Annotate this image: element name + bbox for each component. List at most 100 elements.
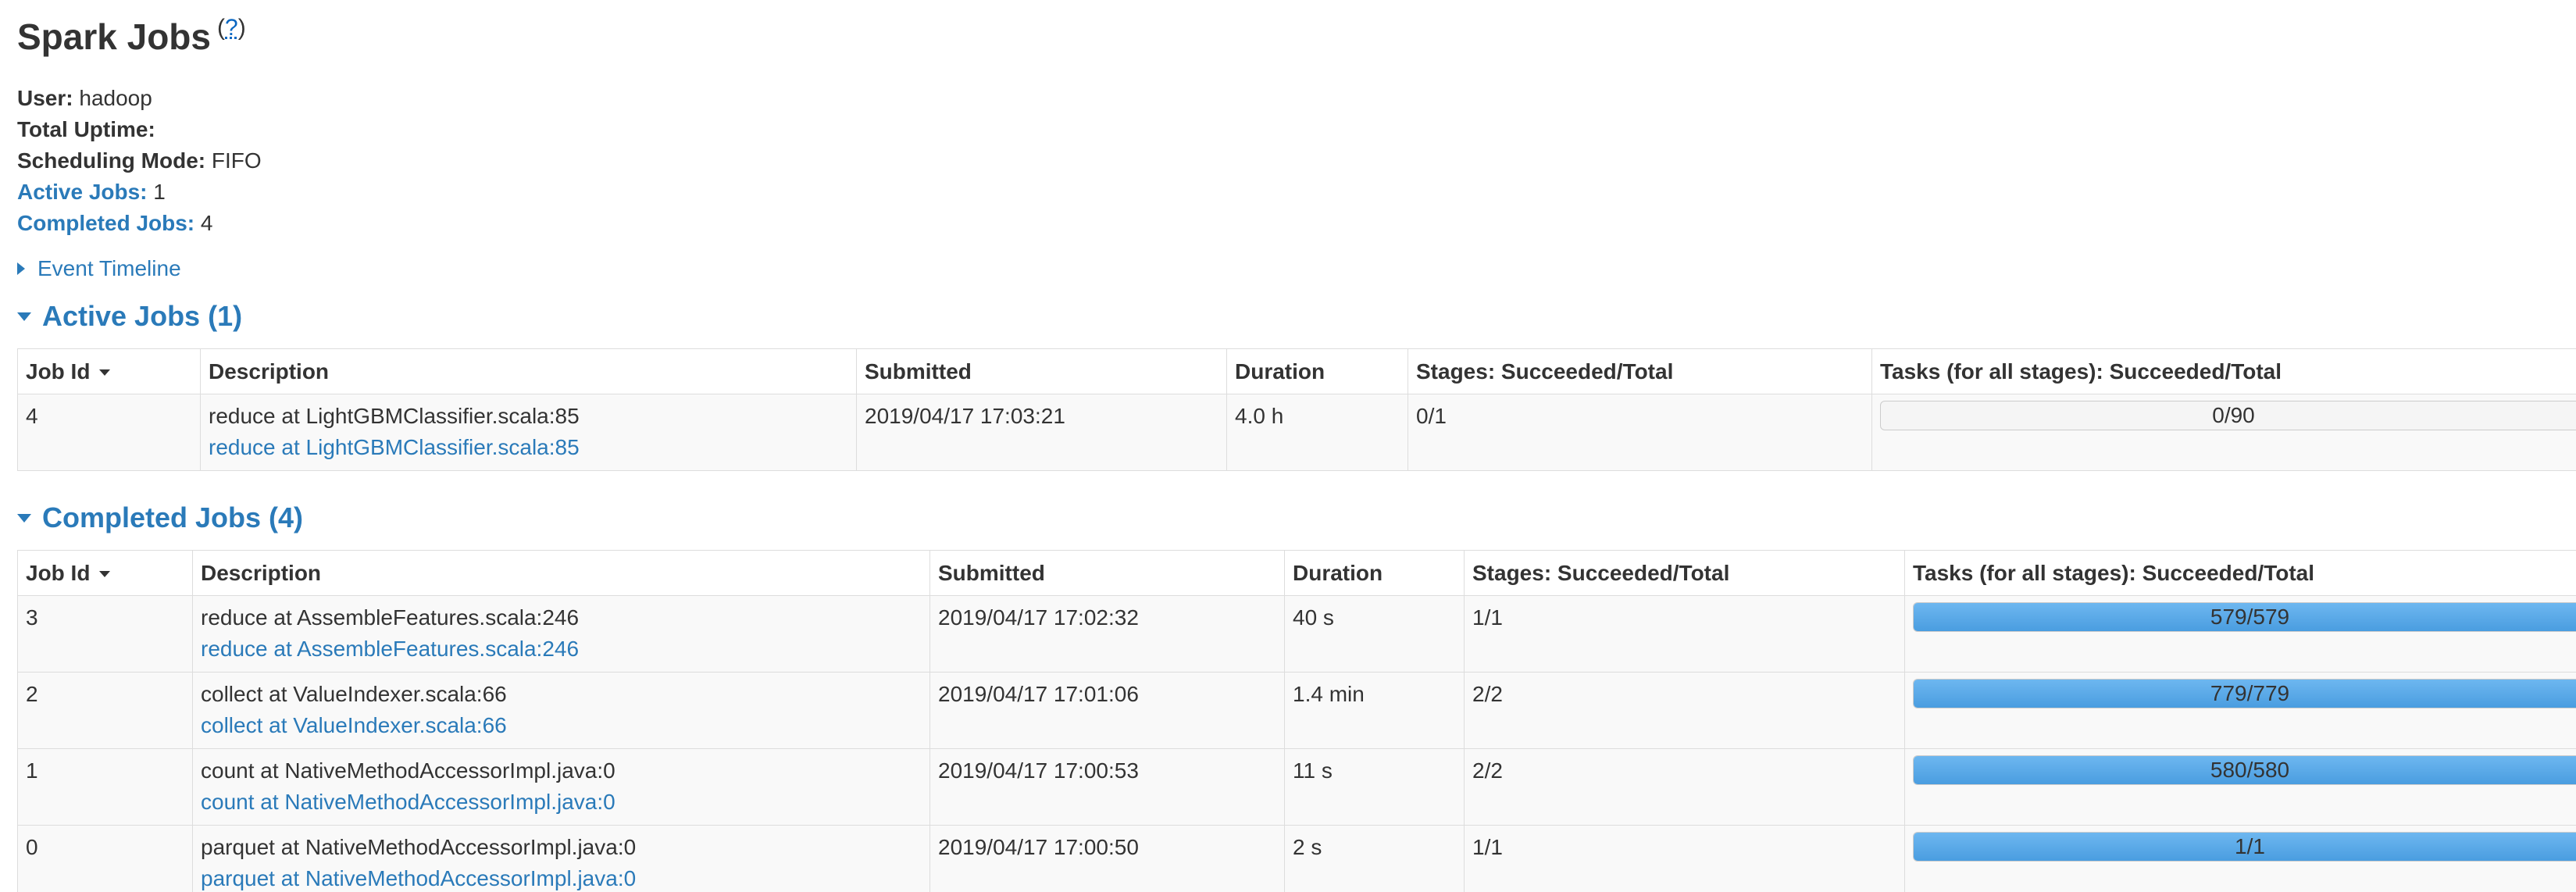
job-detail-link[interactable]: collect at ValueIndexer.scala:66 xyxy=(201,710,922,741)
duration-cell: 11 s xyxy=(1284,748,1465,826)
duration-cell: 40 s xyxy=(1284,595,1465,673)
stages-value: 2/2 xyxy=(1472,682,1503,706)
help-question-mark[interactable]: ? xyxy=(225,15,238,41)
stages-cell: 0/1 xyxy=(1408,394,1872,471)
job-id-cell: 0 xyxy=(17,825,193,892)
description-cell: parquet at NativeMethodAccessorImpl.java… xyxy=(192,825,930,892)
duration-cell: 1.4 min xyxy=(1284,672,1465,749)
job-id-cell: 3 xyxy=(17,595,193,673)
col-description[interactable]: Description xyxy=(200,348,857,394)
job-id-cell: 1 xyxy=(17,748,193,826)
active-jobs-table: Job Id Description Submitted Duration St… xyxy=(17,348,2576,471)
col-job-id[interactable]: Job Id xyxy=(17,348,201,394)
stages-value: 2/2 xyxy=(1472,758,1503,783)
col-job-id-label: Job Id xyxy=(26,359,91,384)
help-tooltip[interactable]: (?) xyxy=(217,12,246,44)
event-timeline-toggle[interactable]: Event Timeline xyxy=(17,256,181,281)
completed-jobs-header[interactable]: Completed Jobs (4) xyxy=(17,501,303,534)
job-description: parquet at NativeMethodAccessorImpl.java… xyxy=(201,835,637,859)
table-header-row: Job Id Description Submitted Duration St… xyxy=(17,348,2576,394)
col-duration[interactable]: Duration xyxy=(1226,348,1408,394)
help-open-paren: ( xyxy=(217,15,225,41)
stages-cell: 1/1 xyxy=(1464,595,1905,673)
col-job-id-label: Job Id xyxy=(26,560,91,585)
summary-completed-jobs: Completed Jobs: 4 xyxy=(17,208,262,239)
job-detail-link[interactable]: parquet at NativeMethodAccessorImpl.java… xyxy=(201,863,922,892)
col-duration[interactable]: Duration xyxy=(1284,550,1465,596)
tasks-cell: 1/1 xyxy=(1904,825,2576,892)
col-submitted[interactable]: Submitted xyxy=(856,348,1227,394)
submitted-time: 2019/04/17 17:00:50 xyxy=(938,835,1139,859)
stages-value: 0/1 xyxy=(1416,404,1447,428)
title-row: Spark Jobs (?) xyxy=(17,12,246,61)
tasks-progress-bar: 580/580 xyxy=(1913,755,2576,785)
caret-down-icon xyxy=(17,312,31,321)
stages-cell: 2/2 xyxy=(1464,748,1905,826)
summary-uptime: Total Uptime: xyxy=(17,114,262,145)
completed-jobs-table: Job Id Description Submitted Duration St… xyxy=(17,550,2576,892)
sort-desc-icon xyxy=(99,369,111,376)
active-jobs-header[interactable]: Active Jobs (1) xyxy=(17,300,242,333)
col-description[interactable]: Description xyxy=(192,550,930,596)
col-stages[interactable]: Stages: Succeeded/Total xyxy=(1464,550,1905,596)
submitted-time: 2019/04/17 17:03:21 xyxy=(865,404,1065,428)
active-jobs-value: 1 xyxy=(153,180,166,204)
submitted-cell: 2019/04/17 17:02:32 xyxy=(929,595,1285,673)
duration-value: 2 s xyxy=(1293,835,1322,859)
description-cell: reduce at AssembleFeatures.scala:246 redu… xyxy=(192,595,930,673)
tasks-progress-bar: 779/779 xyxy=(1913,679,2576,708)
tasks-progress-label: 0/90 xyxy=(2212,403,2255,427)
completed-jobs-link[interactable]: Completed Jobs: xyxy=(17,211,194,235)
job-detail-link[interactable]: reduce at AssembleFeatures.scala:246 xyxy=(201,633,922,665)
col-job-id[interactable]: Job Id xyxy=(17,550,193,596)
tasks-progress-bar: 1/1 xyxy=(1913,832,2576,862)
tasks-cell: 0/90 xyxy=(1871,394,2576,471)
job-description: collect at ValueIndexer.scala:66 xyxy=(201,682,507,706)
summary-scheduling: Scheduling Mode: FIFO xyxy=(17,145,262,177)
active-jobs-link[interactable]: Active Jobs: xyxy=(17,180,148,204)
spark-jobs-page: Spark Jobs (?) User: hadoop Total Uptime… xyxy=(0,0,2576,892)
description-cell: count at NativeMethodAccessorImpl.java:0… xyxy=(192,748,930,826)
summary-list: User: hadoop Total Uptime: Scheduling Mo… xyxy=(17,83,262,239)
uptime-label: Total Uptime: xyxy=(17,117,155,141)
submitted-cell: 2019/04/17 17:03:21 xyxy=(856,394,1227,471)
tasks-progress-label: 779/779 xyxy=(2210,681,2290,705)
user-value: hadoop xyxy=(79,86,152,110)
stages-value: 1/1 xyxy=(1472,605,1503,630)
col-tasks[interactable]: Tasks (for all stages): Succeeded/Total xyxy=(1904,550,2576,596)
job-id: 3 xyxy=(26,605,38,630)
scheduling-label: Scheduling Mode: xyxy=(17,148,206,173)
table-header-row: Job Id Description Submitted Duration St… xyxy=(17,550,2576,596)
job-id: 2 xyxy=(26,682,38,706)
duration-value: 40 s xyxy=(1293,605,1334,630)
tasks-progress-label: 1/1 xyxy=(2235,834,2265,858)
completed-jobs-value: 4 xyxy=(200,211,213,235)
job-detail-link[interactable]: reduce at LightGBMClassifier.scala:85 xyxy=(209,432,848,463)
col-stages[interactable]: Stages: Succeeded/Total xyxy=(1408,348,1872,394)
table-row: 4 reduce at LightGBMClassifier.scala:85 re… xyxy=(17,394,2576,471)
job-detail-link[interactable]: count at NativeMethodAccessorImpl.java:0 xyxy=(201,787,922,818)
job-id: 0 xyxy=(26,835,38,859)
tasks-progress-label: 579/579 xyxy=(2210,605,2290,629)
job-id-cell: 4 xyxy=(17,394,201,471)
summary-active-jobs: Active Jobs: 1 xyxy=(17,177,262,208)
col-submitted[interactable]: Submitted xyxy=(929,550,1285,596)
description-cell: collect at ValueIndexer.scala:66 collect … xyxy=(192,672,930,749)
duration-value: 4.0 h xyxy=(1235,404,1284,428)
duration-cell: 4.0 h xyxy=(1226,394,1408,471)
user-label: User: xyxy=(17,86,73,110)
submitted-time: 2019/04/17 17:01:06 xyxy=(938,682,1139,706)
active-jobs-title: Active Jobs (1) xyxy=(42,300,243,332)
job-id: 4 xyxy=(26,404,38,428)
stages-cell: 1/1 xyxy=(1464,825,1905,892)
tasks-progress-bar: 0/90 xyxy=(1880,401,2576,430)
submitted-cell: 2019/04/17 17:00:53 xyxy=(929,748,1285,826)
tasks-cell: 779/779 xyxy=(1904,672,2576,749)
stages-cell: 2/2 xyxy=(1464,672,1905,749)
job-description: reduce at AssembleFeatures.scala:246 xyxy=(201,605,580,630)
submitted-cell: 2019/04/17 17:01:06 xyxy=(929,672,1285,749)
col-tasks[interactable]: Tasks (for all stages): Succeeded/Total xyxy=(1871,348,2576,394)
event-timeline-label: Event Timeline xyxy=(37,256,181,280)
job-description: reduce at LightGBMClassifier.scala:85 xyxy=(209,404,580,428)
submitted-time: 2019/04/17 17:02:32 xyxy=(938,605,1139,630)
